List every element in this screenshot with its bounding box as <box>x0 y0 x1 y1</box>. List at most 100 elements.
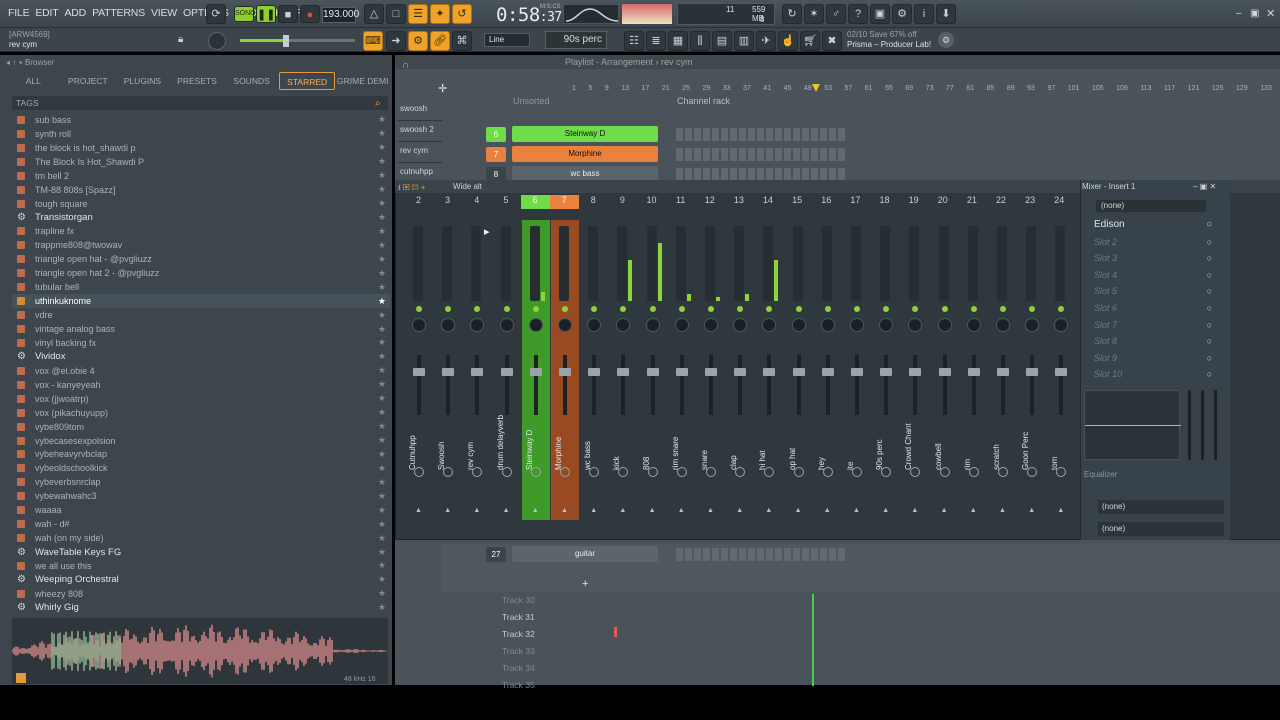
route-arrow-icon[interactable]: ▲ <box>882 507 889 514</box>
master-pitch-knob[interactable] <box>208 32 226 50</box>
slot-toggle-icon[interactable]: ○ <box>1207 366 1212 382</box>
star-icon[interactable]: ★ <box>378 407 386 418</box>
send-knob[interactable] <box>618 467 629 477</box>
slot-toggle-icon[interactable]: ○ <box>1207 317 1212 333</box>
volume-fader[interactable] <box>592 355 597 415</box>
master-volume-slider[interactable] <box>240 39 355 42</box>
send-knob[interactable] <box>910 467 921 477</box>
pan-knob[interactable] <box>791 318 806 332</box>
restore-icon[interactable]: ▣ <box>1250 8 1259 19</box>
menu-view[interactable]: VIEW <box>151 7 177 19</box>
insert-number[interactable]: 11 <box>666 195 695 209</box>
fader-handle[interactable] <box>821 368 834 376</box>
insert-number[interactable]: 12 <box>695 195 724 209</box>
plugin-database-icon[interactable]: ▥ <box>734 31 754 51</box>
eq-display[interactable] <box>1084 390 1181 460</box>
mixer-insert-strip[interactable]: op hat ▲ <box>785 220 813 520</box>
mixer-fx-slot[interactable]: Edison ○ <box>1084 217 1224 233</box>
fader-handle[interactable] <box>442 368 455 376</box>
insert-number[interactable]: 8 <box>579 195 608 209</box>
volume-fader[interactable] <box>1030 355 1035 415</box>
browser-item[interactable]: vybeheavyrvbclap ★ <box>12 448 390 462</box>
send-knob[interactable] <box>1056 467 1067 477</box>
eq-faders[interactable] <box>1186 390 1222 460</box>
send-knob[interactable] <box>1027 467 1038 477</box>
route-arrow-icon[interactable]: ▲ <box>911 507 918 514</box>
playlist-track[interactable]: Track 35 <box>498 677 574 694</box>
insert-number[interactable]: 19 <box>899 195 928 209</box>
metronome-icon[interactable]: △ <box>364 4 384 24</box>
close-app-icon[interactable]: ✕ <box>1266 7 1275 20</box>
mixer-fx-slot[interactable]: Slot 7 ○ <box>1084 317 1224 333</box>
download-icon[interactable]: ⬇ <box>936 4 956 24</box>
browser-item[interactable]: tm bell 2 ★ <box>12 169 390 183</box>
volume-fader[interactable] <box>855 355 859 415</box>
browser-item[interactable]: vinyl backing fx ★ <box>12 336 390 350</box>
star-icon[interactable]: ★ <box>378 310 386 321</box>
browser-item[interactable]: vox - kanyeyeah ★ <box>12 378 390 392</box>
slot-toggle-icon[interactable]: ○ <box>1207 283 1212 299</box>
mute-led[interactable] <box>737 306 744 312</box>
star-icon[interactable]: ★ <box>378 156 386 167</box>
insert-number[interactable]: 5 <box>491 195 520 209</box>
mixer-fx-slot[interactable]: Slot 2 ○ <box>1084 234 1224 250</box>
browser-icon[interactable]: ▤ <box>712 31 732 51</box>
mixer-preset-select[interactable]: (none) <box>1096 200 1206 212</box>
send-knob[interactable] <box>560 467 570 477</box>
browser-item[interactable]: vybeverbsnrclap ★ <box>12 475 390 489</box>
route-arrow-icon[interactable]: ▲ <box>678 507 685 514</box>
slot-toggle-icon[interactable]: ○ <box>1207 267 1212 283</box>
minimize-icon[interactable]: – <box>1236 8 1242 19</box>
mixer-insert-strip[interactable]: wc bass ▲ <box>580 220 608 520</box>
browser-item[interactable]: vybecasesexpolsion ★ <box>12 434 390 448</box>
volume-fader[interactable] <box>504 355 509 415</box>
slot-toggle-icon[interactable]: ○ <box>1207 333 1212 349</box>
route-arrow-icon[interactable]: ▲ <box>561 507 568 514</box>
channel-row[interactable]: 6 Steinway D <box>444 126 1280 144</box>
insert-number[interactable]: 2 <box>404 195 433 209</box>
mute-led[interactable] <box>854 306 860 312</box>
star-icon[interactable]: ★ <box>378 170 386 181</box>
news-panel[interactable]: 02/10 Save 67% off Prisma – Producer Lab… <box>847 30 931 50</box>
mixer-insert-strip[interactable]: Crowd Chant ▲ <box>901 220 929 520</box>
send-knob[interactable] <box>414 467 424 477</box>
send-knob[interactable] <box>822 467 833 477</box>
pan-knob[interactable] <box>937 318 952 332</box>
link-icon[interactable]: 🔗︎ <box>430 31 450 51</box>
route-arrow-icon[interactable]: ▲ <box>503 507 510 514</box>
insert-number[interactable]: 24 <box>1045 195 1074 209</box>
insert-number[interactable]: 15 <box>783 195 812 209</box>
mixer-insert-strip[interactable]: Steinway D ▲ <box>521 220 550 520</box>
insert-number[interactable]: 13 <box>724 195 753 209</box>
mixer-insert-strip[interactable]: hey ▲ <box>814 220 842 520</box>
volume-fader[interactable] <box>767 355 772 415</box>
slot-toggle-icon[interactable]: ○ <box>1206 217 1212 233</box>
mixer-icon[interactable]: ⫼ <box>690 31 710 51</box>
stamp-icon[interactable]: ⌘ <box>452 31 472 51</box>
mixer-fx-slot[interactable]: Slot 4 ○ <box>1084 267 1224 283</box>
mute-led[interactable] <box>1029 306 1036 312</box>
step-edit-icon[interactable]: ✦ <box>430 4 450 24</box>
browser-item[interactable]: waaaa ★ <box>12 503 390 517</box>
pan-knob[interactable] <box>1025 318 1040 332</box>
browser-item[interactable]: ⚙ Vividox ★ <box>12 350 390 364</box>
mixer-fx-slot[interactable]: Slot 8 ○ <box>1084 333 1224 349</box>
volume-fader[interactable] <box>913 355 918 415</box>
mute-led[interactable] <box>883 306 890 312</box>
menu-edit[interactable]: EDIT <box>35 7 58 19</box>
rack-sort[interactable]: Unsorted <box>513 96 550 106</box>
volume-fader[interactable] <box>796 355 801 415</box>
pan-knob[interactable] <box>996 318 1010 332</box>
send-knob[interactable] <box>589 467 600 477</box>
pattern-selector[interactable]: 90s perc <box>545 31 607 49</box>
send-knob[interactable] <box>793 467 804 477</box>
pan-knob[interactable] <box>441 318 456 332</box>
pan-knob[interactable] <box>966 318 981 332</box>
info-icon[interactable]: i <box>914 4 934 24</box>
route-arrow-icon[interactable]: ▲ <box>999 507 1006 514</box>
menu-add[interactable]: ADD <box>65 7 87 19</box>
route-arrow-icon[interactable]: ▲ <box>649 507 656 514</box>
volume-fader[interactable] <box>942 355 947 415</box>
fader-handle[interactable] <box>413 368 425 376</box>
pan-knob[interactable] <box>1054 318 1069 332</box>
